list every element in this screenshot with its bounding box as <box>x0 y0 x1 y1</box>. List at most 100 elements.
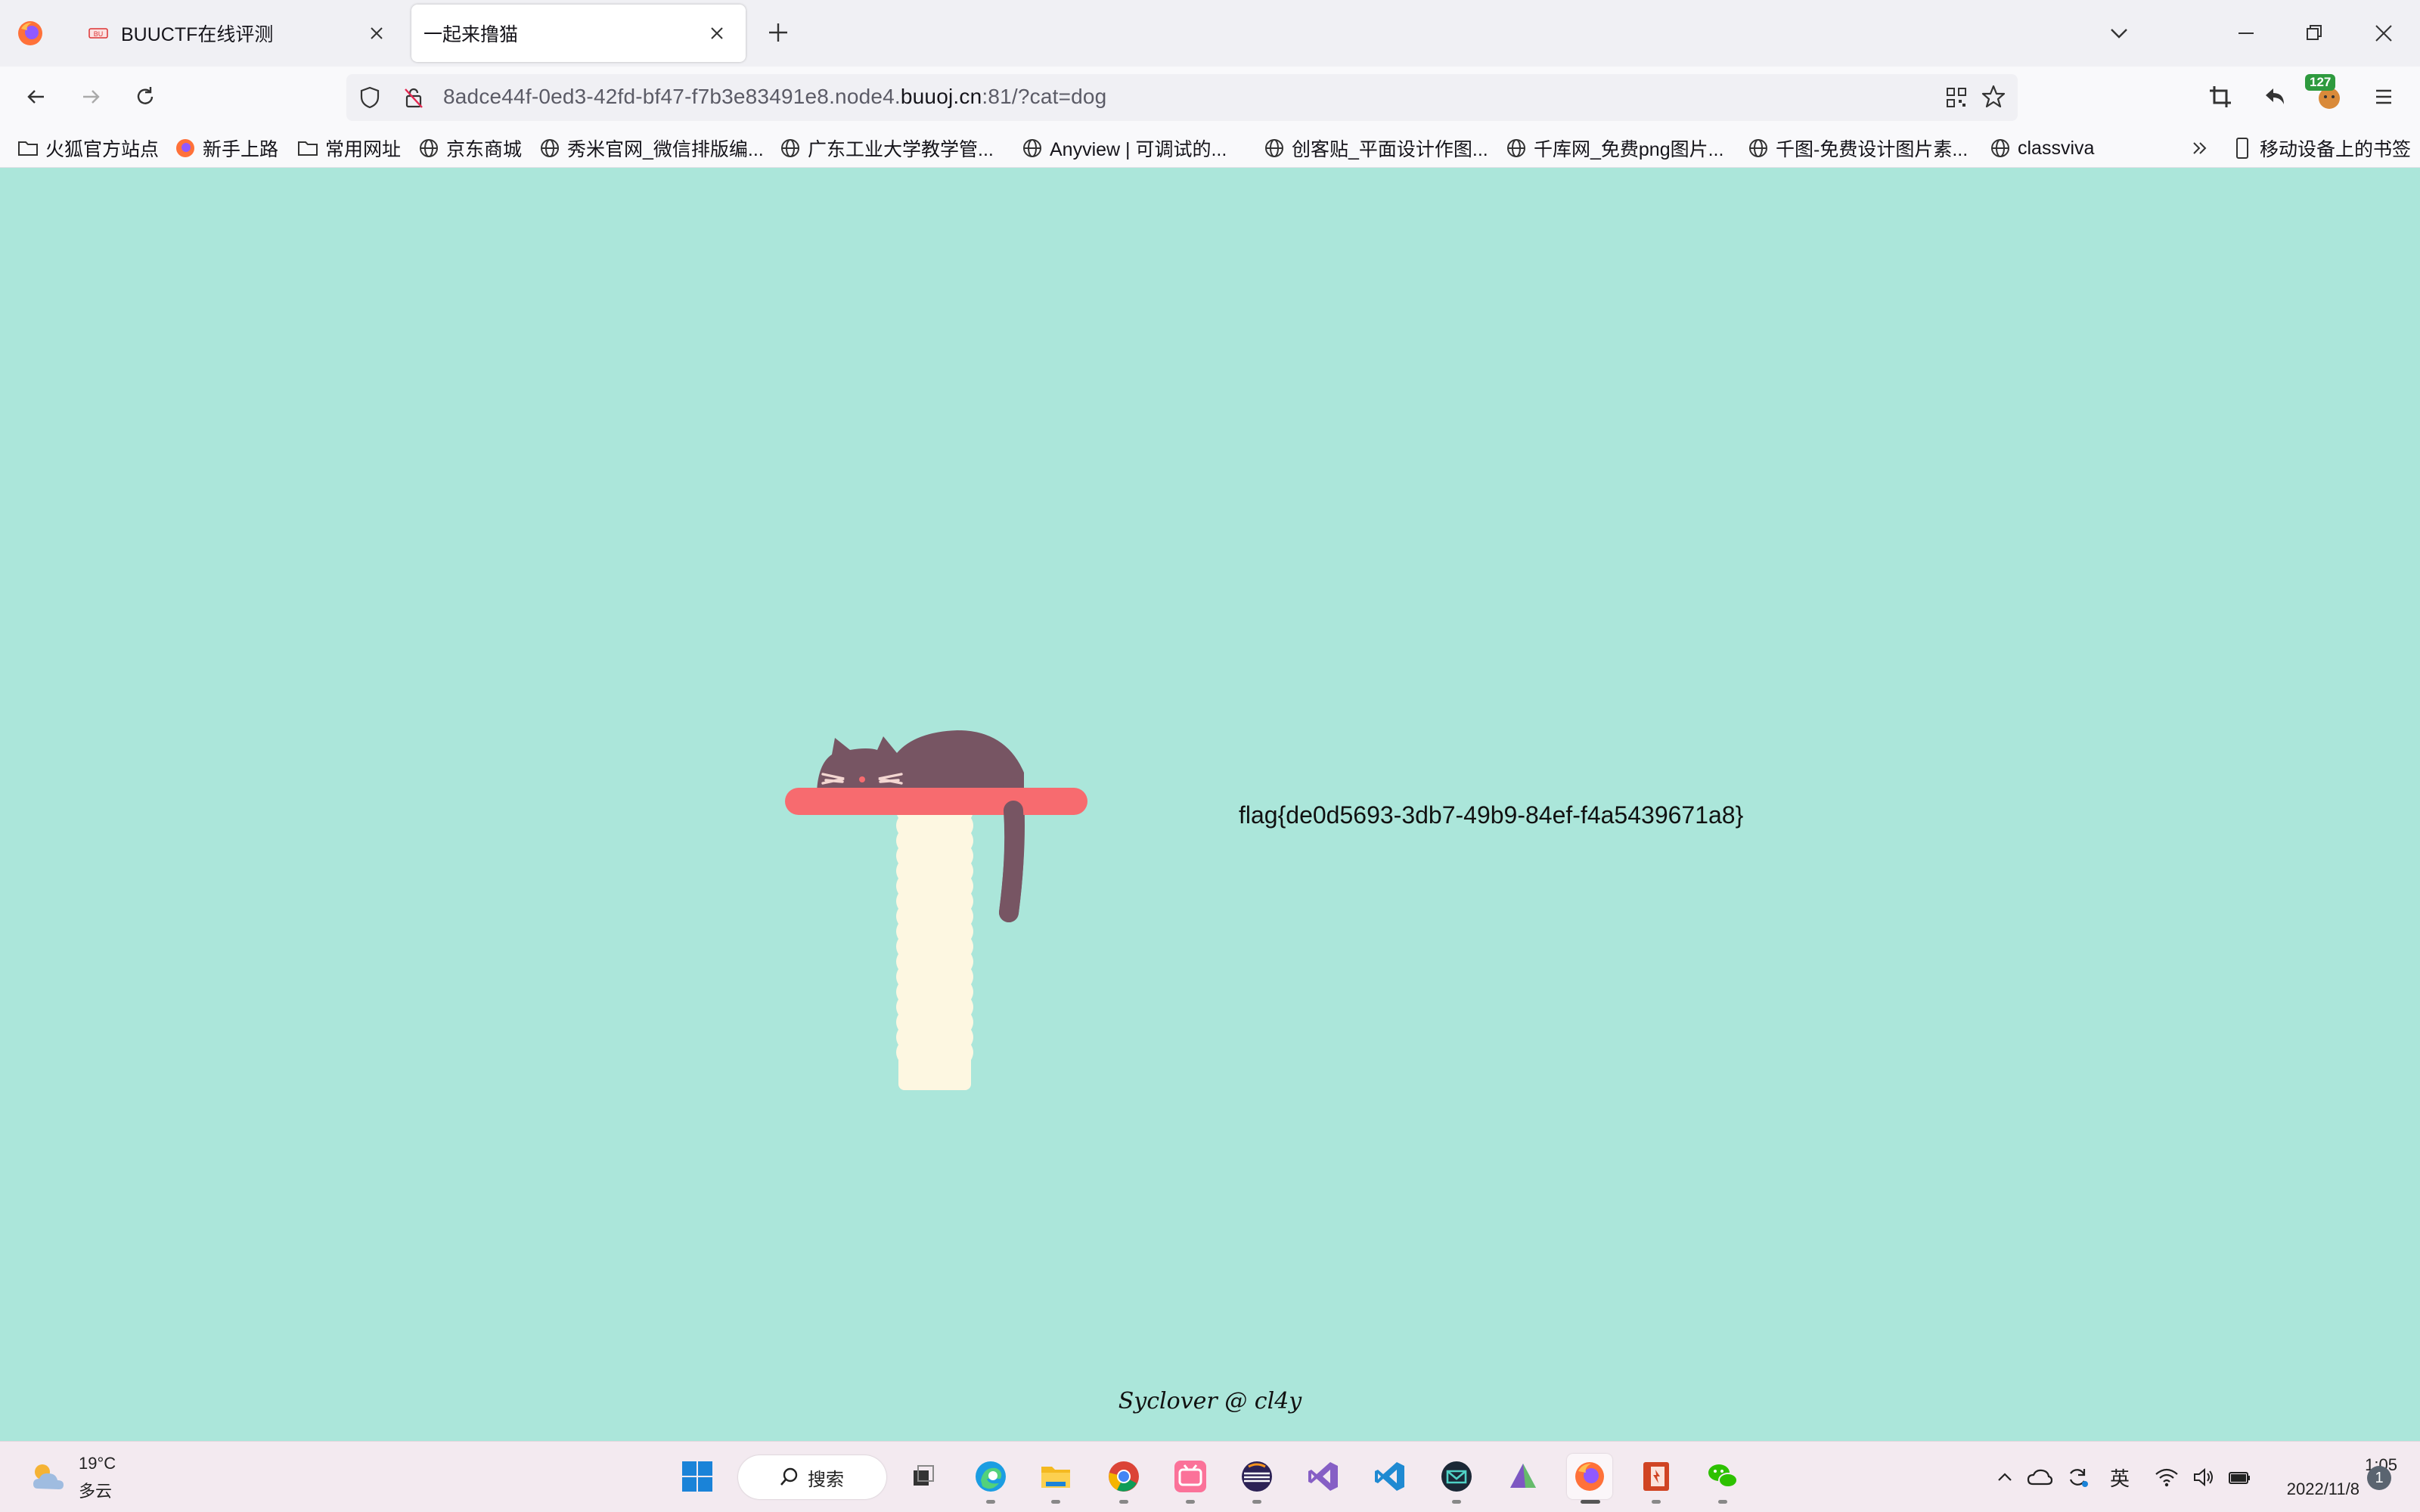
bookmark-item[interactable]: 千库网_免费png图片... <box>1505 135 1723 162</box>
firefox-icon <box>174 137 197 160</box>
tab-buuctf[interactable]: BU BUUCTF在线评测 <box>67 5 405 62</box>
qr-code-icon[interactable] <box>1944 85 1969 110</box>
scratching-post <box>896 788 973 1090</box>
bookmark-label: 常用网址 <box>325 139 402 160</box>
undo-arrow-icon[interactable] <box>2260 82 2290 112</box>
taskbar-app-feather[interactable] <box>1500 1454 1546 1499</box>
bookmark-star-icon[interactable] <box>1980 83 2007 110</box>
globe-icon <box>1021 137 1044 160</box>
bookmark-label: Anyview | 可调试的... <box>1050 139 1227 160</box>
footer-credit: Syclover @ cl4y <box>1118 1388 1302 1414</box>
feather-app-icon <box>1510 1464 1536 1488</box>
restore-icon[interactable] <box>2299 18 2329 48</box>
buuctf-favicon-icon: BU <box>88 23 109 44</box>
battery-charging-icon[interactable] <box>2226 1464 2252 1490</box>
running-indicator <box>1652 1500 1661 1504</box>
bookmark-item[interactable]: 火狐官方站点 <box>17 135 159 162</box>
mobile-bookmarks[interactable]: 移动设备上的书签 <box>2231 135 2411 162</box>
taskbar-app-chrome[interactable] <box>1101 1454 1146 1504</box>
address-bar[interactable]: 8adce44f-0ed3-42fd-bf47-f7b3e83491e8.nod… <box>346 74 2018 121</box>
bookmark-label: 广东工业大学教学管... <box>808 139 994 160</box>
firefox-icon <box>1575 1462 1604 1491</box>
reload-icon[interactable] <box>130 82 160 112</box>
hamburger-menu-icon[interactable] <box>2369 82 2399 112</box>
bookmark-item[interactable]: 秀米官网_微信排版编... <box>538 135 764 162</box>
running-indicator <box>1051 1500 1060 1504</box>
cat-on-scratching-post-illustration <box>785 730 1087 1090</box>
close-tab-icon[interactable] <box>708 24 726 42</box>
bookmarks-overflow-button[interactable] <box>2189 135 2217 162</box>
taskbar-app-bilibili[interactable] <box>1168 1454 1213 1504</box>
notification-count-badge[interactable]: 1 <box>2367 1466 2391 1490</box>
office-icon <box>1643 1462 1669 1491</box>
taskbar-app-wechat[interactable] <box>1700 1454 1745 1504</box>
tab-title: 一起来撸猫 <box>424 24 519 45</box>
taskbar-app-explorer[interactable] <box>1033 1454 1078 1504</box>
weather-partly-cloudy-icon[interactable] <box>27 1458 68 1496</box>
wechat-icon <box>1708 1464 1738 1488</box>
flag-text: flag{de0d5693-3db7-49b9-84ef-f4a5439671a… <box>1239 801 1744 829</box>
bookmark-item[interactable]: 广东工业大学教学管... <box>779 135 994 162</box>
extension-badge: 127 <box>2305 74 2336 91</box>
bookmark-label: classviva <box>2018 137 2095 159</box>
close-tab-icon[interactable] <box>368 24 386 42</box>
globe-icon <box>779 137 802 160</box>
new-tab-icon[interactable] <box>765 20 791 45</box>
search-label: 搜索 <box>808 1469 844 1490</box>
eclipse-icon <box>1242 1461 1272 1492</box>
folder-icon <box>296 137 319 160</box>
taskbar-app-eclipse[interactable] <box>1234 1454 1280 1504</box>
wifi-icon[interactable] <box>2154 1464 2180 1490</box>
taskbar-search-box[interactable]: 搜索 <box>738 1455 886 1499</box>
taskbar-app-office[interactable] <box>1634 1454 1679 1504</box>
bookmarks-toolbar: 火狐官方站点 新手上路 常用网址 京东商城 秀米官网_微信排版编... 广东工业… <box>0 129 2420 168</box>
insecure-lock-icon[interactable] <box>401 85 427 110</box>
task-view-icon <box>914 1465 934 1486</box>
url-text[interactable]: 8adce44f-0ed3-42fd-bf47-f7b3e83491e8.nod… <box>443 85 1106 109</box>
bookmark-label: 火狐官方站点 <box>45 139 160 160</box>
taskbar-app-mail[interactable] <box>1434 1454 1479 1504</box>
tab-list-chevron-icon[interactable] <box>2104 18 2134 48</box>
screenshot-crop-icon[interactable] <box>2205 82 2235 112</box>
bookmark-item[interactable]: 千图-免费设计图片素... <box>1747 135 1968 162</box>
taskbar-app-vscode[interactable] <box>1367 1454 1413 1499</box>
minimize-icon[interactable] <box>2231 18 2261 48</box>
close-window-icon[interactable] <box>2369 18 2399 48</box>
task-view-button[interactable] <box>900 1454 945 1499</box>
weather-description[interactable]: 多云 <box>79 1478 112 1502</box>
bookmark-item[interactable]: Anyview | 可调试的... <box>1021 135 1227 162</box>
bookmark-item[interactable]: classviva <box>1989 135 2094 162</box>
running-indicator <box>1718 1500 1727 1504</box>
start-button[interactable] <box>675 1454 720 1499</box>
back-icon[interactable] <box>21 82 51 112</box>
bookmark-item[interactable]: 创客贴_平面设计作图... <box>1263 135 1488 162</box>
double-chevron-right-icon <box>2189 137 2211 160</box>
taskbar-app-firefox[interactable] <box>1567 1454 1612 1504</box>
bookmark-item[interactable]: 常用网址 <box>296 135 401 162</box>
running-indicator <box>986 1500 995 1504</box>
bilibili-icon <box>1174 1461 1206 1492</box>
taskbar-app-edge[interactable] <box>968 1454 1013 1504</box>
url-suffix: :81/?cat=dog <box>982 85 1107 108</box>
taskbar-app-visual-studio[interactable] <box>1301 1454 1346 1499</box>
weather-temperature[interactable]: 19°C <box>79 1454 116 1473</box>
mail-client-icon <box>1441 1461 1472 1492</box>
bookmark-item[interactable]: 京东商城 <box>417 135 522 162</box>
onedrive-cloud-icon[interactable] <box>2027 1464 2052 1490</box>
windows-taskbar: 19°C 多云 搜索 英 1:05 2022/11/8 1 <box>0 1441 2420 1512</box>
show-hidden-icons-chevron-icon[interactable] <box>1992 1464 2018 1490</box>
search-icon <box>780 1467 798 1486</box>
tab-cat-page[interactable]: 一起来撸猫 <box>411 5 746 62</box>
speaker-volume-icon[interactable] <box>2190 1464 2216 1490</box>
bookmark-item[interactable]: 新手上路 <box>174 135 278 162</box>
navigation-toolbar: 8adce44f-0ed3-42fd-bf47-f7b3e83491e8.nod… <box>0 67 2420 129</box>
firefox-menu-icon[interactable] <box>15 18 45 48</box>
clock-date[interactable]: 2022/11/8 <box>2269 1479 2360 1499</box>
input-method-indicator[interactable]: 英 <box>2107 1464 2133 1490</box>
globe-icon <box>1505 137 1528 160</box>
tracking-shield-icon[interactable] <box>357 85 383 110</box>
url-prefix: 8adce44f-0ed3-42fd-bf47-f7b3e83491e8.nod… <box>443 85 901 108</box>
globe-icon <box>1263 137 1286 160</box>
sync-icon[interactable] <box>2065 1464 2090 1490</box>
forward-icon[interactable] <box>76 82 106 112</box>
